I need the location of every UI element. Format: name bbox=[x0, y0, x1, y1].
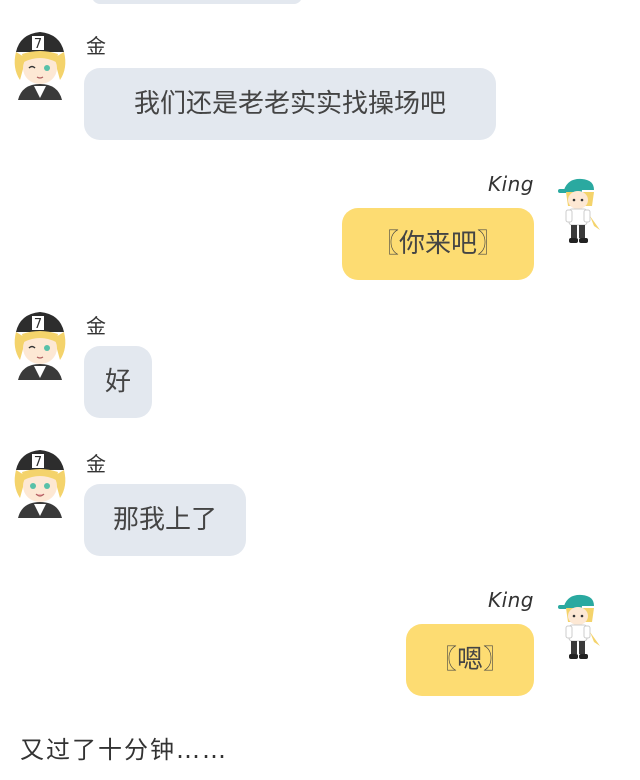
kin-avatar-icon[interactable]: 7 bbox=[10, 28, 68, 100]
sender-name: 金 bbox=[86, 452, 107, 476]
narration-text: 又过了十分钟…… bbox=[20, 736, 228, 764]
chat-message-right: King 〖你来吧〗 bbox=[0, 170, 640, 290]
message-bubble[interactable]: 好 bbox=[84, 346, 152, 418]
chat-message-right: King 〖嗯〗 bbox=[0, 586, 640, 706]
chat-message-left: 7 金 好 bbox=[0, 308, 640, 428]
king-avatar-icon[interactable] bbox=[556, 176, 602, 246]
svg-text:7: 7 bbox=[34, 317, 42, 332]
sender-name: 金 bbox=[86, 314, 107, 338]
sender-name: King bbox=[487, 172, 534, 196]
svg-text:7: 7 bbox=[34, 37, 42, 52]
chat-message-left: 7 金 那我上了 bbox=[0, 446, 640, 566]
chat-message-left: 7 金 我们还是老老实实找操场吧 bbox=[0, 28, 640, 148]
kin-avatar-icon[interactable]: 7 bbox=[10, 446, 68, 518]
message-bubble[interactable]: 〖嗯〗 bbox=[406, 624, 534, 696]
message-bubble[interactable]: 那我上了 bbox=[84, 484, 246, 556]
kin-avatar-icon[interactable]: 7 bbox=[10, 308, 68, 380]
message-bubble[interactable]: 〖你来吧〗 bbox=[342, 208, 534, 280]
sender-name: 金 bbox=[86, 34, 107, 58]
svg-text:7: 7 bbox=[34, 455, 42, 470]
previous-message-bubble-edge bbox=[92, 0, 302, 4]
king-avatar-icon[interactable] bbox=[556, 592, 602, 662]
message-bubble[interactable]: 我们还是老老实实找操场吧 bbox=[84, 68, 496, 140]
sender-name: King bbox=[487, 588, 534, 612]
